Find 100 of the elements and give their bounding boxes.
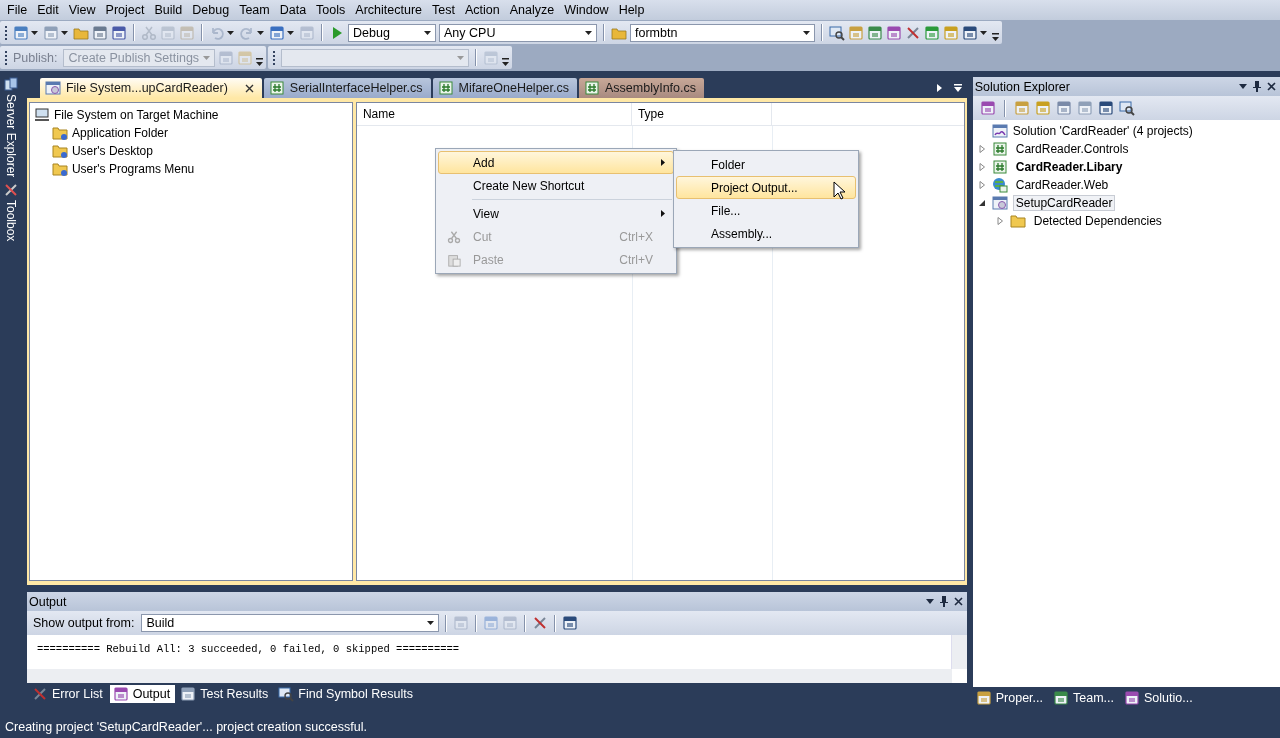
- vertical-scrollbar[interactable]: [950, 635, 967, 669]
- toolbar-overflow-icon[interactable]: [502, 58, 510, 66]
- expand-arrow-icon[interactable]: [976, 163, 987, 171]
- toolbar-overflow-icon[interactable]: [992, 33, 999, 41]
- dropdown-caret-icon[interactable]: [61, 30, 68, 35]
- find-combo[interactable]: formbtn: [630, 23, 815, 42]
- tools-icon[interactable]: [905, 24, 921, 41]
- dropdown-icon[interactable]: [1239, 84, 1247, 89]
- tools-icon: [3, 183, 18, 198]
- menu-item[interactable]: Project: [100, 3, 150, 17]
- menu-item[interactable]: Add: [438, 151, 674, 174]
- menu-item[interactable]: Edit: [32, 3, 64, 17]
- tree-item[interactable]: CardReader.Web: [1012, 177, 1112, 193]
- expand-arrow-icon[interactable]: [976, 181, 987, 189]
- toolbar-overflow-icon[interactable]: [256, 58, 264, 66]
- pin-icon[interactable]: [939, 596, 948, 607]
- tree-item[interactable]: Application Folder: [33, 124, 348, 142]
- menu-item[interactable]: Build: [149, 3, 188, 17]
- caret-icon: [457, 55, 465, 60]
- caret-icon: [424, 30, 431, 35]
- panel-title: Solution Explorer: [974, 79, 1070, 94]
- panel-tab[interactable]: Find Symbol Results: [275, 685, 418, 703]
- document-tab[interactable]: MifareOneHelper.cs: [432, 78, 577, 98]
- horizontal-scrollbar[interactable]: [26, 669, 952, 683]
- menu-item[interactable]: Folder: [676, 153, 856, 176]
- binoculars-icon[interactable]: [1118, 100, 1135, 116]
- status-text: Creating project 'SetupCardReader'... project creation successful.: [5, 720, 367, 734]
- document-list-icon[interactable]: [953, 84, 962, 92]
- tree-item[interactable]: CardReader.Controls: [1012, 141, 1132, 157]
- panel-tab[interactable]: Solutio...: [1121, 689, 1198, 707]
- menu-item[interactable]: Tools: [311, 3, 351, 17]
- panel-tab[interactable]: Output: [109, 685, 176, 703]
- menu-item[interactable]: Data: [274, 3, 312, 17]
- close-icon[interactable]: [953, 597, 963, 606]
- menu-item[interactable]: Team: [234, 3, 275, 17]
- menu-item[interactable]: Architecture: [350, 3, 427, 17]
- menu-item[interactable]: Test: [427, 3, 460, 17]
- side-tab[interactable]: Server Explorer: [3, 77, 18, 178]
- folder-icon: [1009, 213, 1026, 229]
- panel-tab[interactable]: Test Results: [177, 685, 274, 703]
- scissors-icon: [447, 229, 461, 244]
- close-icon[interactable]: [244, 83, 254, 93]
- panel-tab[interactable]: Error List: [28, 685, 108, 703]
- scroll-right-icon[interactable]: [936, 84, 942, 92]
- caret-icon: [585, 30, 592, 35]
- binoculars-icon[interactable]: [278, 686, 295, 702]
- folder-icon: [51, 125, 68, 141]
- menu-item[interactable]: Analyze: [504, 3, 560, 17]
- dropdown-caret-icon[interactable]: [257, 30, 264, 35]
- panel-title: Output: [28, 594, 67, 609]
- error-list-icon[interactable]: [31, 686, 48, 702]
- expand-arrow-icon[interactable]: [976, 145, 987, 153]
- configuration-dropdown[interactable]: Debug: [348, 23, 436, 42]
- menu-item[interactable]: Help: [613, 3, 650, 17]
- folder-icon: [51, 143, 68, 159]
- setup-project-icon: [991, 195, 1008, 211]
- pin-icon[interactable]: [1253, 81, 1261, 92]
- tree-item[interactable]: Detected Dependencies: [1030, 213, 1165, 229]
- expand-arrow-icon[interactable]: [994, 217, 1005, 225]
- clear-all-icon[interactable]: [532, 615, 549, 631]
- menu-item[interactable]: Debug: [187, 3, 235, 17]
- tree-item[interactable]: User's Desktop: [33, 142, 348, 160]
- menu-item[interactable]: File...: [676, 199, 856, 222]
- dropdown-caret-icon[interactable]: [227, 30, 234, 35]
- dropdown-caret-icon[interactable]: [287, 30, 294, 35]
- panel-tab[interactable]: Team...: [1050, 689, 1119, 707]
- menu-item[interactable]: Action: [459, 3, 505, 17]
- close-icon[interactable]: [1267, 82, 1276, 91]
- dropdown-caret-icon[interactable]: [980, 30, 987, 35]
- toolbar-grip-icon[interactable]: [5, 24, 8, 41]
- column-header[interactable]: Name: [356, 103, 632, 125]
- mouse-pointer-icon: [833, 181, 845, 200]
- menu-item[interactable]: View: [438, 202, 674, 225]
- csharp-file-icon: [437, 80, 454, 96]
- platform-dropdown[interactable]: Any CPU: [439, 23, 597, 42]
- toolbar-grip-icon[interactable]: [5, 49, 8, 66]
- menu-item[interactable]: View: [63, 3, 101, 17]
- tree-item[interactable]: File System on Target Machine: [33, 106, 348, 124]
- document-tab[interactable]: File System...upCardReader): [39, 78, 262, 98]
- menu-item[interactable]: Create New Shortcut: [438, 174, 674, 197]
- tree-item[interactable]: Solution 'CardReader' (4 projects): [976, 122, 1276, 140]
- tree-item[interactable]: SetupCardReader: [1012, 195, 1116, 211]
- panel-tab[interactable]: Proper...: [972, 689, 1048, 707]
- tree-item[interactable]: User's Programs Menu: [33, 160, 348, 178]
- toolbar-grip-icon[interactable]: [273, 49, 277, 66]
- document-tab[interactable]: SerialInterfaceHelper.cs: [263, 78, 431, 98]
- csharp-file-icon: [584, 80, 600, 96]
- side-tab[interactable]: Toolbox: [3, 183, 18, 242]
- document-tab[interactable]: AssemblyInfo.cs: [579, 78, 704, 98]
- output-source-dropdown[interactable]: Build: [141, 614, 440, 632]
- menu-item[interactable]: Window: [559, 3, 614, 17]
- dropdown-icon[interactable]: [925, 599, 934, 604]
- tree-item[interactable]: CardReader.Libary: [1012, 159, 1126, 175]
- menu-item[interactable]: Assembly...: [676, 222, 856, 245]
- dropdown-caret-icon[interactable]: [31, 30, 38, 35]
- column-header[interactable]: Type: [631, 103, 772, 125]
- publish-label: Publish:: [13, 50, 58, 65]
- menu-item[interactable]: File: [2, 3, 33, 17]
- menu-item[interactable]: Project Output...: [676, 176, 856, 199]
- find-window-icon[interactable]: [829, 24, 845, 41]
